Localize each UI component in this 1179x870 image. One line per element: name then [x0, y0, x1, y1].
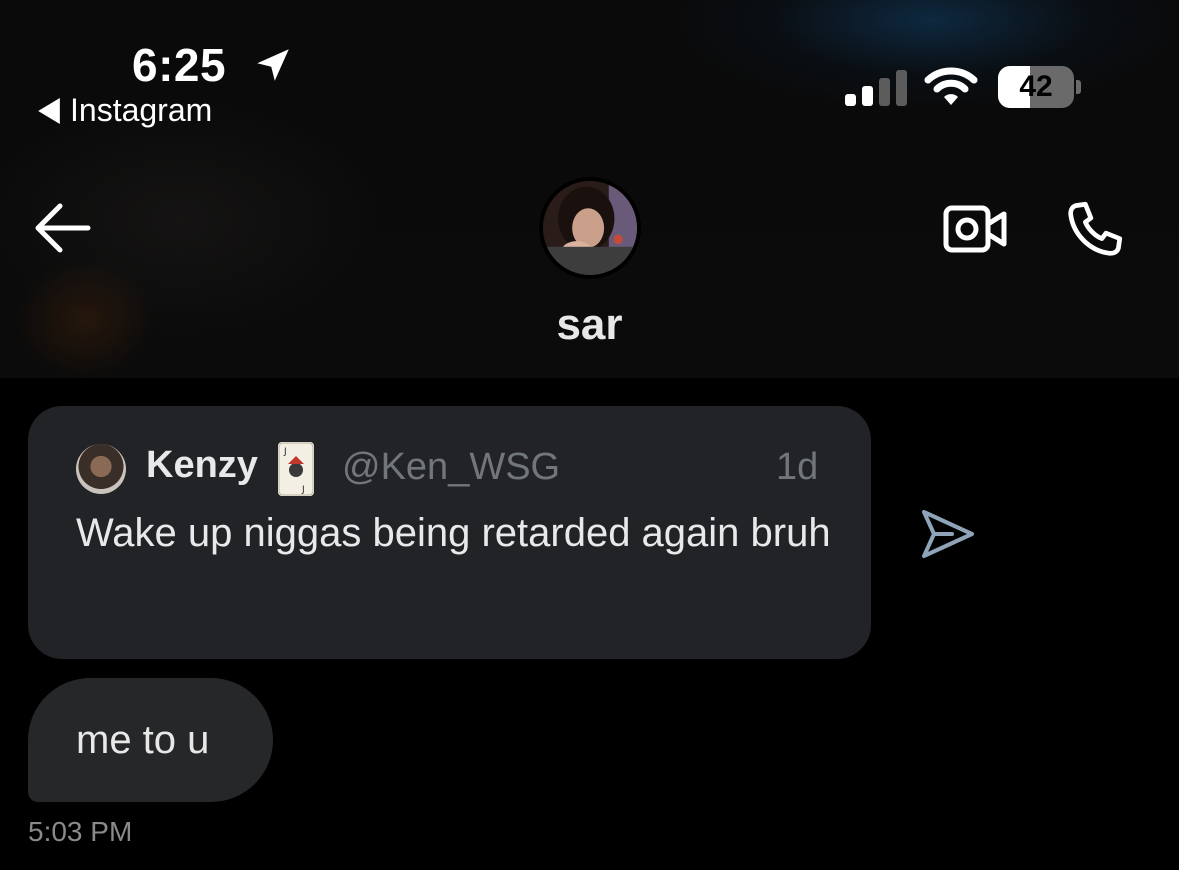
back-triangle-icon [38, 97, 60, 124]
battery-tip [1076, 80, 1081, 94]
video-call-icon[interactable] [942, 202, 1008, 256]
battery-indicator: 42 [998, 66, 1082, 108]
contact-avatar[interactable] [539, 177, 641, 279]
svg-text:J: J [301, 485, 305, 495]
message-text: me to u [76, 717, 210, 762]
cellular-signal-icon [845, 70, 907, 106]
joker-card-emoji-icon: J J [278, 442, 314, 496]
phone-call-icon[interactable] [1062, 196, 1128, 262]
location-arrow-icon [257, 49, 289, 81]
post-author-avatar [76, 444, 126, 494]
post-author-handle: @Ken_WSG [342, 446, 561, 488]
back-app-label: Instagram [70, 92, 213, 128]
back-arrow-icon[interactable] [32, 200, 92, 256]
post-author-name: Kenzy [146, 444, 258, 486]
shared-post-card[interactable]: Kenzy J J @Ken_WSG 1d Wake up niggas bei… [28, 406, 871, 659]
dm-thread-screen: 6:25 Instagram 42 sar Kenzy J J @Ken_WSG… [0, 0, 1179, 870]
battery-level-label: 42 [1019, 70, 1053, 103]
post-age: 1d [776, 446, 819, 488]
message-bubble[interactable]: me to u [28, 678, 273, 802]
contact-name[interactable]: sar [0, 300, 1179, 350]
message-timestamp: 5:03 PM [28, 816, 133, 847]
contact-avatar-image [543, 181, 637, 275]
svg-text:J: J [283, 447, 287, 457]
wifi-icon [924, 67, 978, 105]
post-text: Wake up niggas being retarded again bruh [76, 511, 831, 555]
share-send-icon[interactable] [918, 508, 976, 560]
status-time: 6:25 [132, 39, 227, 91]
back-to-app-link[interactable]: Instagram [38, 92, 212, 129]
